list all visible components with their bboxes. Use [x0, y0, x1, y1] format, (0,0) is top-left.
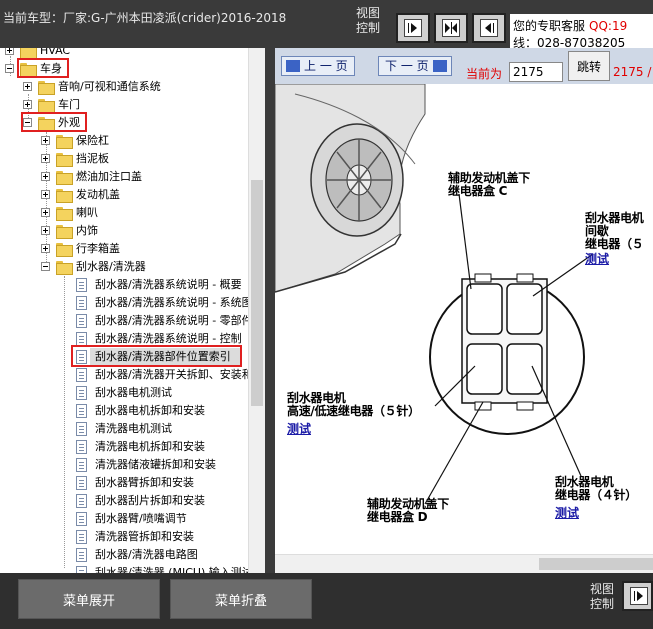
view-right-button[interactable]: [396, 13, 430, 43]
high-low-relay-label: 刮水器电机 高速/低速继电器（５针）: [287, 391, 420, 418]
tree-scrollbar-thumb[interactable]: [251, 180, 263, 406]
folder-icon: [56, 207, 73, 221]
document-icon: [76, 440, 87, 454]
wiper-relay-4pin-label: 刮水器电机 继电器（４针）: [555, 475, 637, 502]
service-phone: 线：028-87038205: [513, 36, 626, 48]
view-control-label: 视图控制: [356, 6, 381, 35]
jump-button[interactable]: 跳转: [568, 51, 610, 81]
document-icon: [76, 296, 87, 310]
service-qq[interactable]: QQ:19: [589, 19, 627, 33]
expand-icon[interactable]: [23, 82, 32, 91]
arrow-right-icon: [634, 591, 643, 601]
relay-location-diagram: 辅助发动机盖下 继电器盒 C 刮水器电机 间歇 继电器（５ 测试 刮水器电机 高速/低速…: [275, 84, 653, 554]
car-model-label: 当前车型：厂家:G-广州本田凌派(crider)2016-2018: [3, 11, 287, 25]
document-icon: [76, 404, 87, 418]
expand-icon[interactable]: [41, 136, 50, 145]
view-split-button[interactable]: [434, 13, 468, 43]
document-icon: [76, 530, 87, 544]
tree-scrollbar[interactable]: [248, 48, 265, 573]
document-icon: [76, 332, 87, 346]
menu-tree: HVAC 车身 音响/可视和通信系统 车门 外观 保险杠 挡泥板 燃油加注口盖: [0, 48, 265, 573]
document-icon: [76, 548, 87, 562]
expand-icon[interactable]: [41, 208, 50, 217]
arrow-right-icon: [408, 23, 417, 33]
document-icon: [76, 386, 87, 400]
arrow-left-icon: [485, 23, 494, 33]
bottom-bar: 菜单展开 菜单折叠 视图控制: [0, 573, 653, 629]
high-low-relay-test-link[interactable]: 测试: [287, 420, 311, 437]
expand-icon[interactable]: [23, 100, 32, 109]
view-right-button-bottom[interactable]: [622, 581, 653, 611]
folder-icon: [38, 99, 55, 113]
service-label: 您的专职客服: [513, 19, 586, 33]
content-panel: 上 一 页 下 一 页 当前为 跳转 2175 / 2: [275, 48, 653, 573]
menu-expand-button[interactable]: 菜单展开: [18, 579, 160, 619]
folder-open-icon: [56, 261, 73, 275]
top-bar: 当前车型：厂家:G-广州本田凌派(crider)2016-2018 视图控制 您…: [0, 0, 653, 48]
document-icon: [76, 476, 87, 490]
collapse-icon[interactable]: [5, 64, 14, 73]
view-left-button[interactable]: [472, 13, 506, 43]
intermittent-relay-label: 刮水器电机 间歇 继电器（５: [585, 211, 644, 251]
customer-service-box: 您的专职客服 QQ:19 线：028-87038205: [510, 14, 653, 48]
folder-icon: [20, 48, 37, 59]
arrow-right-icon: [432, 60, 447, 72]
intermittent-relay-test-link[interactable]: 测试: [585, 250, 609, 267]
relay-box-c-label: 辅助发动机盖下 继电器盒 C: [448, 171, 530, 198]
document-icon: [76, 278, 87, 292]
document-icon: [76, 422, 87, 436]
document-icon: [76, 566, 87, 573]
relay-box-d-label: 辅助发动机盖下 继电器盒 D: [367, 497, 449, 524]
page-navigation-bar: 上 一 页 下 一 页 当前为 跳转 2175 / 2: [275, 48, 653, 84]
arrow-left-icon: [286, 60, 300, 72]
split-arrows-icon: [445, 22, 457, 34]
folder-icon: [56, 243, 73, 257]
page-total: 2175 / 2: [613, 65, 653, 79]
highlight-box: [21, 112, 87, 132]
content-horizontal-scrollbar[interactable]: [275, 554, 653, 573]
folder-icon: [56, 171, 73, 185]
folder-icon: [56, 189, 73, 203]
page-number-input[interactable]: [509, 62, 563, 82]
menu-collapse-button[interactable]: 菜单折叠: [170, 579, 312, 619]
panel-splitter[interactable]: [265, 48, 275, 573]
expand-icon[interactable]: [5, 48, 14, 55]
highlight-box: [17, 58, 69, 78]
expand-icon[interactable]: [41, 172, 50, 181]
wiper-relay-4pin-test-link[interactable]: 测试: [555, 504, 579, 521]
expand-icon[interactable]: [41, 244, 50, 253]
document-icon: [76, 494, 87, 508]
expand-icon[interactable]: [41, 154, 50, 163]
content-scrollbar-thumb[interactable]: [539, 558, 653, 570]
collapse-icon[interactable]: [41, 262, 50, 271]
folder-icon: [56, 225, 73, 239]
view-control-label-bottom: 视图控制: [590, 582, 615, 611]
document-icon: [76, 314, 87, 328]
highlight-box: [71, 345, 242, 367]
prev-page-button[interactable]: 上 一 页: [281, 56, 355, 76]
document-icon: [76, 512, 87, 526]
document-icon: [76, 458, 87, 472]
folder-icon: [56, 135, 73, 149]
current-page-label: 当前为: [466, 67, 503, 81]
folder-icon: [56, 153, 73, 167]
folder-icon: [38, 81, 55, 95]
expand-icon[interactable]: [41, 226, 50, 235]
next-page-button[interactable]: 下 一 页: [378, 56, 452, 76]
document-icon: [76, 368, 87, 382]
expand-icon[interactable]: [41, 190, 50, 199]
